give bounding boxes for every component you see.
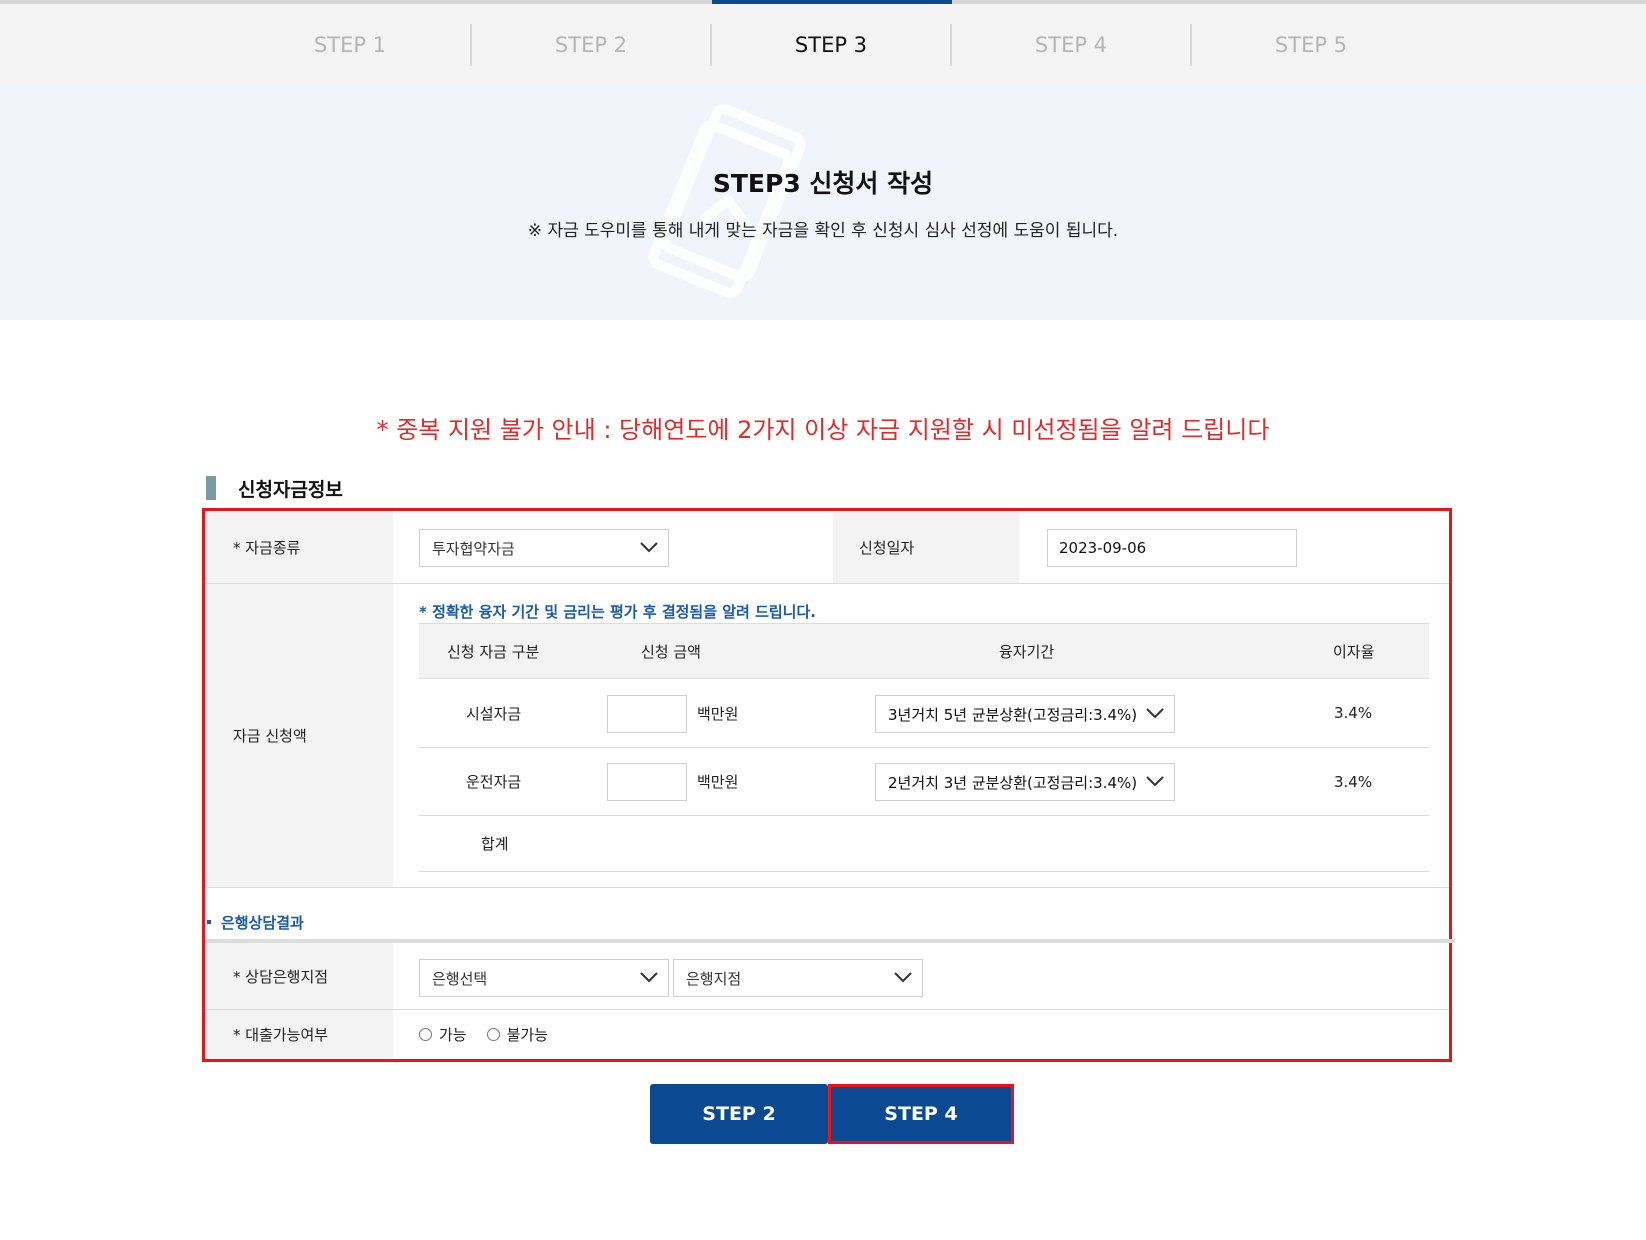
bank-select-value: 은행선택 (432, 969, 488, 988)
loan-possible-row: * 대출가능여부 가능 불가능 (205, 1010, 1449, 1059)
apply-date-label: 신청일자 (833, 511, 1019, 583)
bank-select[interactable]: 은행선택 (419, 959, 669, 997)
duplicate-support-notice: * 중복 지원 불가 안내 : 당해연도에 2가지 이상 자금 지원할 시 미선… (376, 416, 1270, 444)
facility-rate: 3.4% (1334, 704, 1373, 722)
facility-period-select[interactable]: 3년거치 5년 균분상환(고정금리:3.4%) (875, 695, 1175, 733)
bank-branch-row: * 상담은행지점 은행선택 은행지점 (205, 943, 1449, 1010)
fund-amount-table-header: 신청 자금 구분 신청 금액 융자기간 이자율 (419, 623, 1429, 679)
chevron-down-icon (1146, 708, 1164, 719)
prev-step-button[interactable]: STEP 2 (650, 1084, 828, 1144)
fund-amount-label: 자금 신청액 (205, 584, 393, 887)
fund-type-row: * 자금종류 투자협약자금 신청일자 2023-09-06 (205, 511, 1449, 584)
radio-circle-icon[interactable] (419, 1028, 432, 1041)
table-row: 시설자금 백만원 3년거치 5년 균분상환(고정금리:3.4%) 3.4% (419, 679, 1429, 748)
operating-fund-label: 운전자금 (466, 773, 522, 791)
header-category: 신청 자금 구분 (447, 643, 540, 661)
step-2[interactable]: STEP 2 (470, 24, 710, 66)
document-watermark-icon (648, 104, 806, 298)
branch-select-value: 은행지점 (686, 969, 742, 988)
chevron-down-icon (640, 542, 658, 553)
header-amount: 신청 금액 (641, 643, 701, 661)
table-row: 운전자금 백만원 2년거치 3년 균분상환(고정금리:3.4%) 3.4% (419, 748, 1429, 816)
facility-amount-input[interactable] (607, 695, 687, 733)
fund-type-label: * 자금종류 (205, 511, 393, 583)
facility-amount-unit: 백만원 (697, 704, 739, 723)
step-3[interactable]: STEP 3 (710, 24, 950, 66)
bank-consult-section-label: 은행상담결과 (205, 905, 304, 939)
page-banner: STEP3 신청서 작성 ※ 자금 도우미를 통해 내게 맞는 자금을 확인 후… (0, 84, 1646, 320)
loan-possible-label: * 대출가능여부 (205, 1010, 393, 1059)
radio-possible-label: 가능 (439, 1026, 467, 1044)
radio-impossible[interactable]: 불가능 (486, 1024, 549, 1045)
active-step-indicator (712, 0, 952, 4)
operating-amount-unit: 백만원 (697, 773, 739, 791)
rate-period-note: * 정확한 융자 기간 및 금리는 평가 후 결정됨을 알려 드립니다. (419, 603, 816, 621)
chevron-down-icon (894, 972, 912, 983)
step-progress-bar: STEP 1 STEP 2 STEP 3 STEP 4 STEP 5 (0, 0, 1646, 84)
next-step-button[interactable]: STEP 4 (828, 1084, 1014, 1144)
operating-period-select[interactable]: 2년거치 3년 균분상환(고정금리:3.4%) (875, 763, 1175, 801)
operating-period-value: 2년거치 3년 균분상환(고정금리:3.4%) (888, 773, 1138, 792)
fund-type-select[interactable]: 투자협약자금 (419, 529, 669, 567)
chevron-down-icon (640, 972, 658, 983)
header-rate: 이자율 (1333, 643, 1375, 661)
radio-possible[interactable]: 가능 (419, 1024, 467, 1045)
facility-period-value: 3년거치 5년 균분상환(고정금리:3.4%) (888, 705, 1138, 724)
total-row: 합계 (419, 816, 1429, 872)
step-list: STEP 1 STEP 2 STEP 3 STEP 4 STEP 5 (230, 24, 1430, 66)
facility-fund-label: 시설자금 (466, 704, 522, 723)
operating-rate: 3.4% (1334, 772, 1373, 791)
apply-date-field[interactable]: 2023-09-06 (1047, 529, 1297, 567)
loan-possible-options: 가능 불가능 (419, 1010, 568, 1059)
step-5[interactable]: STEP 5 (1190, 24, 1430, 66)
step-1[interactable]: STEP 1 (230, 24, 470, 66)
page-title: STEP3 신청서 작성 (712, 169, 934, 198)
step-4[interactable]: STEP 4 (950, 24, 1190, 66)
fund-type-value: 투자협약자금 (432, 539, 515, 558)
page-subtitle: ※ 자금 도우미를 통해 내게 맞는 자금을 확인 후 신청시 심사 선정에 도… (527, 221, 1119, 241)
total-label: 합계 (481, 835, 509, 853)
chevron-down-icon (1146, 776, 1164, 787)
fund-info-form: * 자금종류 투자협약자금 신청일자 2023-09-06 자금 신청액 * 정… (202, 508, 1455, 1062)
radio-circle-icon[interactable] (486, 1028, 500, 1041)
section-title: 신청자금정보 (206, 475, 343, 501)
operating-amount-input[interactable] (607, 763, 687, 801)
bank-consult-section-text: 은행상담결과 (221, 913, 304, 932)
bullet-icon (207, 920, 211, 924)
bank-branch-label: * 상담은행지점 (205, 943, 393, 1009)
radio-impossible-label: 불가능 (506, 1026, 549, 1044)
header-period: 융자기간 (999, 643, 1055, 661)
section-title-text: 신청자금정보 (238, 478, 343, 501)
section-title-marker (206, 476, 216, 500)
branch-select[interactable]: 은행지점 (673, 959, 923, 997)
